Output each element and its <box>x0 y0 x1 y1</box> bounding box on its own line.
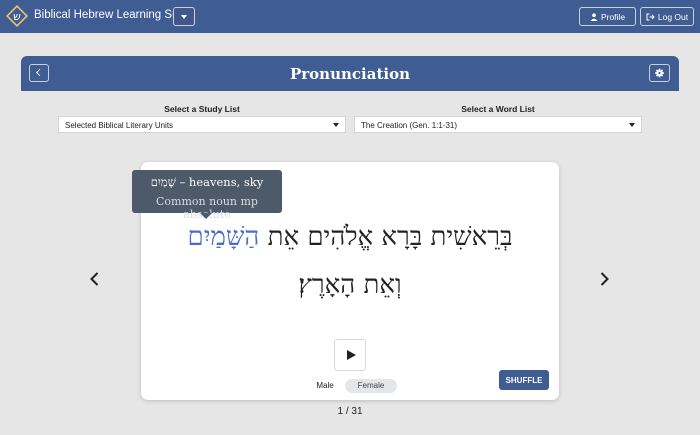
user-icon <box>590 12 598 21</box>
app-menu-dropdown-button[interactable] <box>173 7 195 26</box>
profile-button[interactable]: Profile <box>579 7 636 26</box>
word-tooltip: שָׁמַיִם – heavens, sky Common noun mp a… <box>132 170 282 221</box>
word-list-label: Select a Word List <box>461 104 535 114</box>
page-title: Pronunciation <box>290 65 410 83</box>
app-logo-icon[interactable]: ש <box>6 5 28 27</box>
study-list-select[interactable]: Selected Biblical Literary Units <box>58 116 346 133</box>
chevron-down-icon <box>629 123 635 127</box>
tooltip-headline: שָׁמַיִם – heavens, sky <box>132 175 282 189</box>
next-arrow-icon[interactable] <box>600 272 609 286</box>
logout-button-label: Log Out <box>657 11 689 22</box>
voice-female-option[interactable]: Female <box>345 379 397 393</box>
chevron-down-icon <box>181 15 187 19</box>
settings-button[interactable] <box>649 64 670 82</box>
gear-icon <box>655 68 664 78</box>
study-list-value: Selected Biblical Literary Units <box>65 121 174 130</box>
logout-icon <box>646 13 655 20</box>
shuffle-button[interactable]: SHUFFLE <box>499 370 549 390</box>
tooltip-hebrew-word: שָׁמַיִם <box>150 175 176 189</box>
highlighted-word[interactable]: הַשָּׁמַיִם <box>188 222 260 252</box>
top-nav-bar: ש Biblical Hebrew Learning Suite Profile… <box>0 0 700 33</box>
verse-text[interactable]: בְּרֵאשִׁית בָּרָא אֱלֹהִים אֵת <box>268 222 513 252</box>
svg-text:ש: ש <box>13 10 21 23</box>
study-list-label: Select a Study List <box>164 104 240 114</box>
page-header: Pronunciation <box>21 56 679 91</box>
profile-button-label: Profile <box>600 11 626 22</box>
word-list-select[interactable]: The Creation (Gen. 1:1-31) <box>354 116 642 133</box>
tooltip-gloss: – heavens, sky <box>175 175 264 189</box>
logout-button[interactable]: Log Out <box>640 7 694 26</box>
chevron-down-icon <box>333 123 339 127</box>
tooltip-parsing: Common noun mp absolute <box>156 195 258 221</box>
word-list-value: The Creation (Gen. 1:1-31) <box>361 121 458 130</box>
verse-line-2[interactable]: וְאֵת הָאָרֶץ׃ <box>141 270 559 300</box>
app-title: Biblical Hebrew Learning Suite <box>34 9 191 21</box>
page-counter: 1 / 31 <box>337 406 363 417</box>
voice-male-option[interactable]: Male <box>306 379 344 393</box>
verse-line-1: בְּרֵאשִׁית בָּרָא אֱלֹהִים אֵת הַשָּׁמַ… <box>141 222 559 252</box>
previous-arrow-icon[interactable] <box>90 272 99 286</box>
play-audio-button[interactable] <box>334 339 366 371</box>
